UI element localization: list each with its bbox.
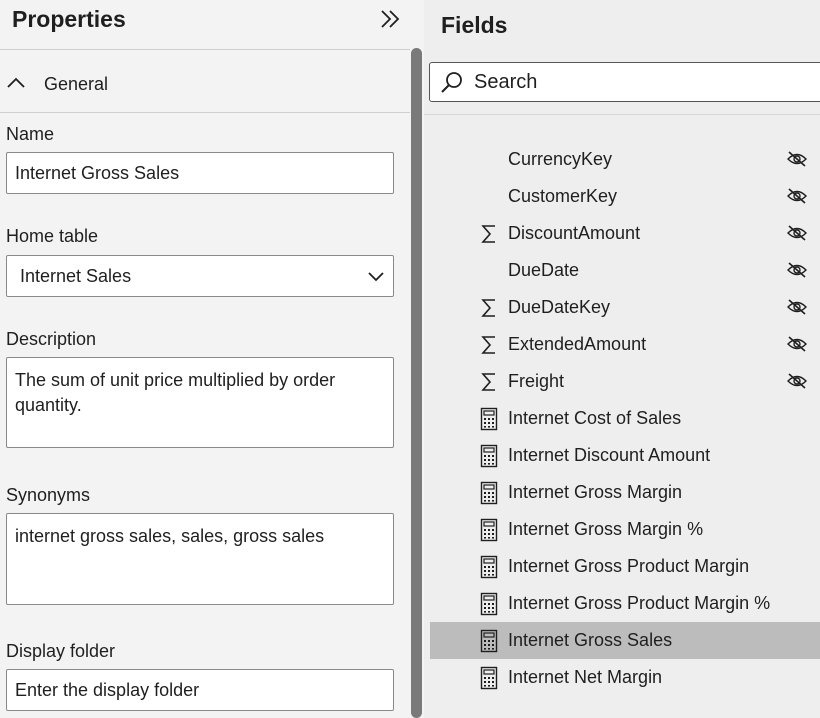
calculator-icon <box>480 629 498 653</box>
field-item-label: DueDate <box>508 260 580 280</box>
field-item[interactable]: Internet Cost of Sales <box>424 400 820 437</box>
field-item[interactable]: CurrencyKey <box>424 141 820 178</box>
field-item[interactable]: ExtendedAmount <box>424 326 820 363</box>
field-item-label: Internet Gross Product Margin <box>508 556 750 576</box>
search-input[interactable] <box>474 68 774 96</box>
eye-hidden-icon[interactable] <box>786 372 808 390</box>
calculator-icon <box>480 481 498 505</box>
eye-hidden-icon[interactable] <box>786 335 808 353</box>
eye-hidden-icon[interactable] <box>786 298 808 316</box>
field-item-label: Internet Gross Product Margin % <box>508 593 771 613</box>
description-field[interactable]: The sum of unit price multiplied by orde… <box>6 357 394 448</box>
calculator-icon <box>480 444 498 468</box>
field-item[interactable]: DiscountAmount <box>424 215 820 252</box>
sigma-icon <box>480 333 498 357</box>
home-table-value: Internet Sales <box>20 266 132 286</box>
field-item[interactable]: CustomerKey <box>424 178 820 215</box>
field-item-label: DiscountAmount <box>508 223 641 243</box>
properties-title: Properties <box>12 6 126 32</box>
field-item[interactable]: Internet Gross Product Margin % <box>424 585 820 622</box>
divider <box>0 49 410 50</box>
properties-scrollbar-thumb[interactable] <box>411 48 422 718</box>
sigma-icon <box>480 296 498 320</box>
double-chevron-right-icon <box>381 10 400 28</box>
divider <box>424 114 820 115</box>
display-folder-label: Display folder <box>6 641 116 661</box>
field-item[interactable]: DueDate <box>424 252 820 289</box>
field-item[interactable]: Internet Gross Margin % <box>424 511 820 548</box>
field-item[interactable]: Internet Net Margin <box>424 659 820 696</box>
sigma-icon <box>480 222 498 246</box>
field-item-label: ExtendedAmount <box>508 334 647 354</box>
field-item[interactable]: Freight <box>424 363 820 400</box>
field-list: CurrencyKey CustomerKey DiscountAmount DueD… <box>424 141 820 696</box>
field-item[interactable]: DueDateKey <box>424 289 820 326</box>
eye-hidden-icon[interactable] <box>786 224 808 242</box>
collapse-pane-button[interactable] <box>376 6 406 34</box>
eye-hidden-icon[interactable] <box>786 150 808 168</box>
search-box[interactable] <box>429 62 820 102</box>
field-item-label: DueDateKey <box>508 297 611 317</box>
description-label: Description <box>6 329 97 349</box>
field-item[interactable]: Internet Gross Sales <box>430 622 820 659</box>
fields-pane: Fields CurrencyKey CustomerKey DiscountAmo… <box>424 0 820 718</box>
home-table-label: Home table <box>6 226 99 246</box>
display-folder-field[interactable]: Enter the display folder <box>6 669 394 711</box>
chevron-down-icon <box>368 272 384 282</box>
field-item-label: Internet Cost of Sales <box>508 408 682 428</box>
divider <box>0 112 410 113</box>
calculator-icon <box>480 555 498 579</box>
calculator-icon <box>480 592 498 616</box>
name-label: Name <box>6 124 55 144</box>
properties-pane: Properties General Name Internet Gross S… <box>0 0 410 718</box>
home-table-select[interactable]: Internet Sales <box>6 255 394 297</box>
field-item-label: Internet Discount Amount <box>508 445 711 465</box>
field-item[interactable]: Internet Discount Amount <box>424 437 820 474</box>
field-item-label: Internet Gross Margin <box>508 482 683 502</box>
field-item[interactable]: Internet Gross Margin <box>424 474 820 511</box>
eye-hidden-icon[interactable] <box>786 261 808 279</box>
field-item-label: Freight <box>508 371 565 391</box>
calculator-icon <box>480 407 498 431</box>
eye-hidden-icon[interactable] <box>786 187 808 205</box>
calculator-icon <box>480 666 498 690</box>
field-item-label: Internet Gross Sales <box>508 630 673 650</box>
sigma-icon <box>480 370 498 394</box>
fields-title: Fields <box>441 12 508 38</box>
field-item-label: CurrencyKey <box>508 149 613 169</box>
field-item-label: CustomerKey <box>508 186 618 206</box>
general-section-header[interactable]: General <box>0 60 410 108</box>
calculator-icon <box>480 518 498 542</box>
synonyms-field[interactable]: internet gross sales, sales, gross sales <box>6 513 394 605</box>
search-icon <box>441 72 462 93</box>
name-field[interactable]: Internet Gross Sales <box>6 152 394 194</box>
field-item[interactable]: Internet Gross Product Margin <box>424 548 820 585</box>
general-section-label: General <box>44 74 109 94</box>
field-item-label: Internet Gross Margin % <box>508 519 704 539</box>
chevron-up-icon <box>7 77 25 88</box>
field-item-label: Internet Net Margin <box>508 667 663 687</box>
synonyms-label: Synonyms <box>6 485 91 505</box>
